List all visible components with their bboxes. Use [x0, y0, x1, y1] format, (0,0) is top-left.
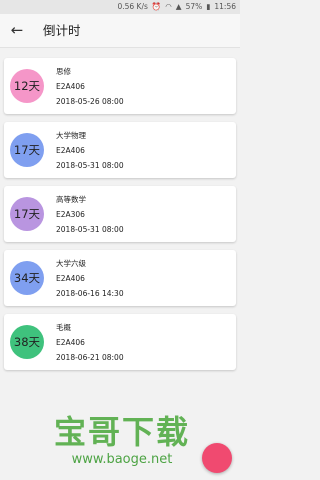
- status-bar: 0.56 K/s ⏰ ◠ ▲ 57% ▮ 11:56: [0, 0, 240, 14]
- countdown-card[interactable]: 12天 思修 E2A406 2018-05-26 08:00: [4, 58, 236, 114]
- exam-name: 思修: [56, 67, 71, 76]
- exam-datetime: 2018-05-31 08:00: [56, 161, 124, 170]
- battery-level: 57%: [185, 2, 203, 11]
- watermark-url: www.baoge.net: [71, 452, 173, 467]
- alarm-icon: ⏰: [151, 2, 162, 11]
- battery-icon: ▮: [206, 2, 211, 11]
- days-remaining-badge: 17天: [10, 133, 44, 167]
- countdown-card[interactable]: 17天 高等数学 E2A306 2018-05-31 08:00: [4, 186, 236, 242]
- exam-datetime: 2018-06-21 08:00: [56, 353, 124, 362]
- countdown-card[interactable]: 34天 大学六级 E2A406 2018-06-16 14:30: [4, 250, 236, 306]
- wifi-icon: ◠: [165, 2, 172, 11]
- app-bar: ← 倒计时: [0, 14, 240, 48]
- days-remaining-badge: 17天: [10, 197, 44, 231]
- exam-name: 大学物理: [56, 131, 86, 140]
- days-remaining-badge: 12天: [10, 69, 44, 103]
- watermark: 宝哥下载 www.baoge.net: [38, 412, 206, 474]
- countdown-card[interactable]: 17天 大学物理 E2A406 2018-05-31 08:00: [4, 122, 236, 178]
- network-speed: 0.56 K/s: [117, 2, 148, 11]
- exam-datetime: 2018-05-31 08:00: [56, 225, 124, 234]
- clock: 11:56: [214, 2, 236, 11]
- countdown-card[interactable]: 38天 毛概 E2A406 2018-06-21 08:00: [4, 314, 236, 370]
- exam-datetime: 2018-05-26 08:00: [56, 97, 124, 106]
- exam-room: E2A406: [56, 338, 85, 347]
- exam-datetime: 2018-06-16 14:30: [56, 289, 124, 298]
- exam-room: E2A406: [56, 146, 85, 155]
- exam-room: E2A406: [56, 274, 85, 283]
- add-button[interactable]: [202, 443, 232, 473]
- watermark-title: 宝哥下载: [53, 413, 190, 451]
- page-title: 倒计时: [43, 23, 81, 38]
- exam-room: E2A306: [56, 210, 85, 219]
- exam-room: E2A406: [56, 82, 85, 91]
- exam-name: 毛概: [56, 323, 71, 332]
- arrow-left-icon[interactable]: ←: [8, 21, 26, 39]
- signal-icon: ▲: [175, 2, 182, 11]
- days-remaining-badge: 34天: [10, 261, 44, 295]
- exam-name: 高等数学: [56, 195, 86, 204]
- days-remaining-badge: 38天: [10, 325, 44, 359]
- exam-name: 大学六级: [56, 259, 86, 268]
